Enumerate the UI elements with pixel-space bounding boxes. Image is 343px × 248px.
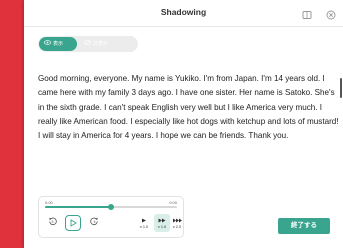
audio-player: 0:00 0:00 5 5 x 1.0 x 1.5 x 2.0 [38, 196, 184, 238]
speed-icon [158, 218, 166, 224]
close-icon[interactable] [326, 7, 336, 25]
title-bar: Shadowing [24, 0, 343, 27]
rewind-button[interactable]: 5 [44, 215, 60, 231]
speed-icon [172, 218, 182, 224]
forward-button[interactable]: 5 [86, 215, 102, 231]
current-time: 0:00 [45, 200, 53, 205]
eye-icon [44, 37, 51, 51]
play-icon [69, 214, 77, 232]
passage-text: Good morning, everyone. My name is Yukik… [38, 74, 339, 141]
speed-2x-label: x 2.0 [172, 224, 182, 229]
seek-bar-thumb[interactable] [108, 204, 114, 210]
text-visibility-toggle: 表示 非表示 [38, 36, 138, 52]
finish-button[interactable]: 終了する [278, 218, 330, 234]
rewind-icon: 5 [47, 214, 58, 232]
show-text-label: 表示 [53, 41, 64, 47]
seek-bar[interactable] [45, 204, 177, 210]
speed-2x-button[interactable]: x 2.0 [172, 214, 182, 232]
window-title: Shadowing [160, 7, 207, 17]
play-button[interactable] [65, 215, 81, 231]
speed-1x-label: x 1.0 [139, 224, 149, 229]
speed-1-5x-button[interactable]: x 1.5 [154, 214, 170, 232]
svg-text:5: 5 [93, 220, 95, 224]
speed-1x-button[interactable]: x 1.0 [136, 214, 152, 232]
speed-1-5x-label: x 1.5 [157, 224, 167, 229]
shadowing-window: Shadowing 表示 非表示 Good morning, everyone.… [24, 0, 343, 248]
scrollbar[interactable] [340, 78, 342, 98]
hide-text-label: 非表示 [93, 41, 109, 47]
speed-icon [141, 218, 147, 224]
hide-text-button[interactable]: 非表示 [79, 37, 119, 51]
eye-off-icon [84, 37, 91, 51]
seek-bar-progress [45, 206, 111, 208]
forward-icon: 5 [89, 214, 100, 232]
show-text-button[interactable]: 表示 [39, 37, 77, 51]
book-icon[interactable] [302, 7, 312, 25]
total-time: 0:00 [169, 200, 177, 205]
svg-text:5: 5 [51, 220, 53, 224]
